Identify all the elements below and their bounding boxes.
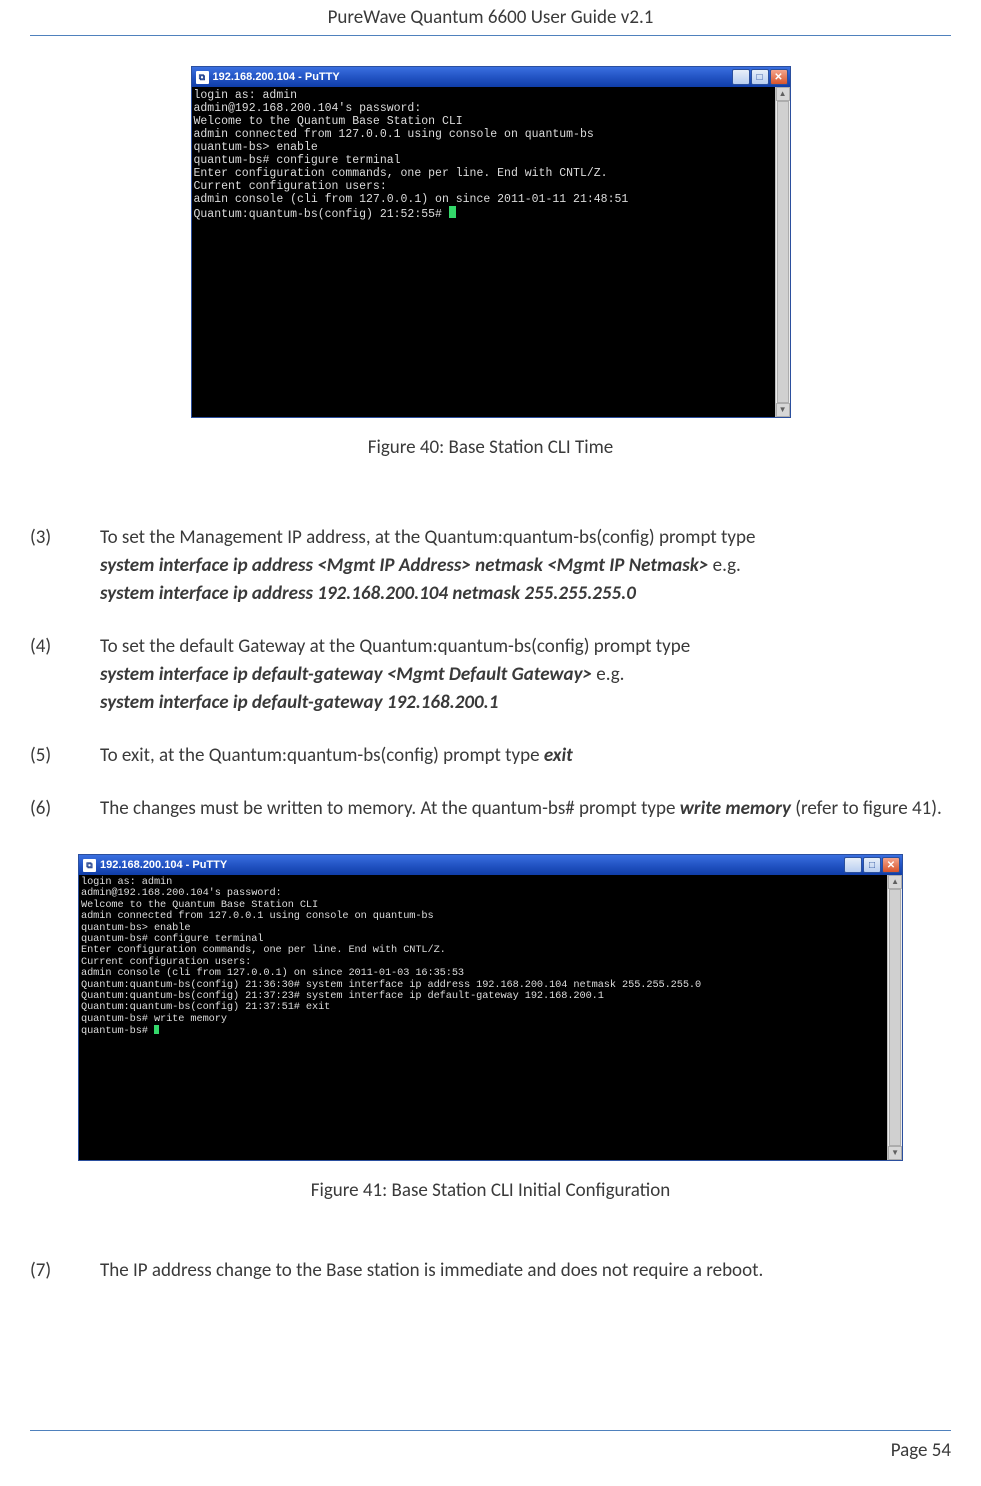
putty-window-fig40: ⧉ 192.168.200.104 - PuTTY _ □ ✕ login as… [191,66,791,418]
terminal-text: login as: admin admin@192.168.200.104's … [194,89,629,221]
page-footer: Page 54 [30,1430,951,1462]
maximize-button[interactable]: □ [863,857,881,873]
scrollbar-track[interactable] [888,889,902,1146]
minimize-button[interactable]: _ [732,69,750,85]
step-text: (refer to figure 41). [791,797,942,820]
page-header: PureWave Quantum 6600 User Guide v2.1 [30,0,951,36]
putty-app-icon: ⧉ [196,71,209,84]
window-buttons: _ □ ✕ [844,857,900,873]
window-buttons: _ □ ✕ [732,69,788,85]
step-text: To set the Management IP address, at the… [100,526,755,549]
scrollbar-down-icon[interactable]: ▼ [776,403,790,417]
command: write memory [680,797,791,820]
minimize-button[interactable]: _ [844,857,862,873]
figure-40: ⧉ 192.168.200.104 - PuTTY _ □ ✕ login as… [30,36,951,459]
command-template: system interface ip address <Mgmt IP Add… [100,554,708,577]
step-text: e.g. [592,663,625,686]
close-button[interactable]: ✕ [882,857,900,873]
document-title: PureWave Quantum 6600 User Guide v2.1 [30,6,951,36]
step-5: (5) To exit, at the Quantum:quantum-bs(c… [30,742,951,770]
terminal-output[interactable]: login as: admin admin@192.168.200.104's … [192,87,775,417]
close-button[interactable]: ✕ [770,69,788,85]
step-body: The IP address change to the Base statio… [100,1257,951,1285]
step-text: e.g. [708,554,741,577]
putty-app-icon: ⧉ [83,859,96,872]
step-text: The IP address change to the Base statio… [100,1259,763,1282]
step-body: To set the default Gateway at the Quantu… [100,633,951,717]
terminal-text: login as: admin admin@192.168.200.104's … [81,876,701,1037]
figure-41: ⧉ 192.168.200.104 - PuTTY _ □ ✕ login as… [30,848,951,1202]
step-3: (3) To set the Management IP address, at… [30,524,951,608]
command: exit [544,744,573,767]
command-example: system interface ip default-gateway 192.… [100,691,498,714]
step-7: (7) The IP address change to the Base st… [30,1257,951,1285]
step-number: (6) [30,795,100,823]
putty-titlebar: ⧉ 192.168.200.104 - PuTTY _ □ ✕ [192,67,790,87]
putty-titlebar: ⧉ 192.168.200.104 - PuTTY _ □ ✕ [79,855,902,875]
scrollbar-track[interactable] [776,101,790,403]
scrollbar-thumb[interactable] [889,889,901,1146]
scrollbar-up-icon[interactable]: ▲ [888,875,902,889]
step-number: (3) [30,524,100,608]
step-number: (5) [30,742,100,770]
scrollbar-thumb[interactable] [777,101,789,403]
step-text: To set the default Gateway at the Quantu… [100,635,690,658]
step-number: (7) [30,1257,100,1285]
command-template: system interface ip default-gateway <Mgm… [100,663,592,686]
putty-title-text: 192.168.200.104 - PuTTY [213,71,728,83]
putty-title-text: 192.168.200.104 - PuTTY [100,859,840,871]
terminal-cursor-icon [154,1025,159,1034]
maximize-button[interactable]: □ [751,69,769,85]
scrollbar-down-icon[interactable]: ▼ [888,1146,902,1160]
step-text: The changes must be written to memory. A… [100,797,680,820]
terminal-output[interactable]: login as: admin admin@192.168.200.104's … [79,875,887,1160]
step-body: To exit, at the Quantum:quantum-bs(confi… [100,742,951,770]
terminal-cursor-icon [449,206,456,218]
putty-window-fig41: ⧉ 192.168.200.104 - PuTTY _ □ ✕ login as… [78,854,903,1161]
step-number: (4) [30,633,100,717]
command-example: system interface ip address 192.168.200.… [100,582,636,605]
figure-41-caption: Figure 41: Base Station CLI Initial Conf… [30,1179,951,1202]
scrollbar-up-icon[interactable]: ▲ [776,87,790,101]
figure-40-caption: Figure 40: Base Station CLI Time [30,436,951,459]
step-body: To set the Management IP address, at the… [100,524,951,608]
scrollbar[interactable]: ▲ ▼ [887,875,902,1160]
step-text: To exit, at the Quantum:quantum-bs(confi… [100,744,544,767]
step-6: (6) The changes must be written to memor… [30,795,951,823]
page-number: Page 54 [891,1439,951,1462]
step-body: The changes must be written to memory. A… [100,795,951,823]
step-4: (4) To set the default Gateway at the Qu… [30,633,951,717]
scrollbar[interactable]: ▲ ▼ [775,87,790,417]
